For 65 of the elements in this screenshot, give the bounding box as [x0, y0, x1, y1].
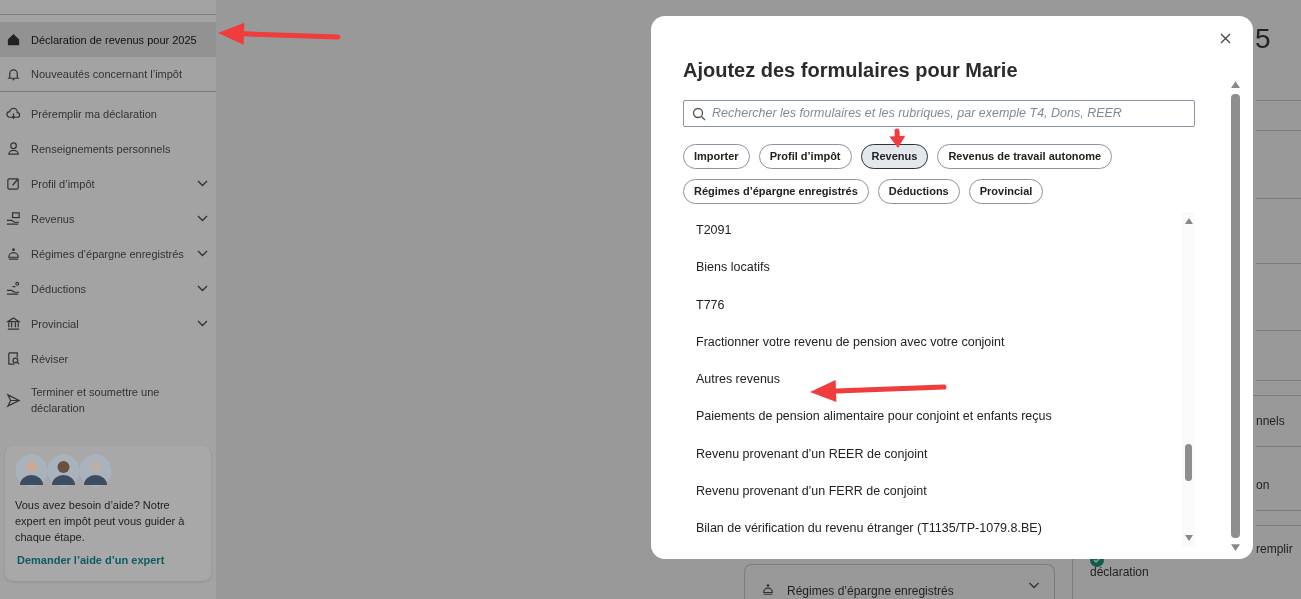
page-heading: 5	[1255, 22, 1271, 56]
sidebar-item[interactable]: Préremplir ma déclaration	[0, 96, 216, 131]
sidebar-item[interactable]: Déclaration de revenus pour 2025	[0, 22, 216, 57]
scroll-down-icon	[1230, 544, 1240, 551]
filter-chip[interactable]: Importer	[683, 144, 750, 169]
sidebar-item[interactable]: Renseignements personnels	[0, 131, 216, 166]
close-icon	[1219, 32, 1231, 44]
bell-icon	[6, 66, 21, 82]
home-icon	[6, 32, 21, 47]
cloud-download-icon	[6, 106, 21, 121]
sidebar-item[interactable]: Terminer et soumettre une déclaration	[0, 376, 216, 424]
filter-chip[interactable]: Revenus	[860, 144, 929, 169]
sidebar-item[interactable]: Provincial	[0, 306, 216, 341]
search-icon	[692, 106, 706, 121]
filter-chip[interactable]: Revenus de travail autonome	[937, 144, 1113, 169]
section-card[interactable]: Régimes d’épargne enregistrés	[744, 564, 1055, 599]
dialog-title: Ajoutez des formulaires pour Marie	[683, 58, 1019, 82]
chevron-down-icon	[197, 215, 208, 222]
form-list-item[interactable]: Revenu provenant d’un REER de conjoint	[696, 435, 1182, 473]
form-list-item[interactable]: T2091	[696, 212, 1182, 250]
filter-chip[interactable]: Provincial	[968, 179, 1044, 204]
chevron-down-icon	[197, 180, 208, 187]
avatar	[47, 454, 80, 487]
form-list-item[interactable]: Bilan de vérification du revenu étranger (T1135/TP-1079.8.BE)	[696, 509, 1182, 547]
chevron-down-icon	[197, 250, 208, 257]
sidebar-item[interactable]: Nouveautés concernant l’impôt	[0, 57, 216, 92]
send-icon	[6, 392, 21, 408]
partial-label: on	[1256, 477, 1271, 494]
form-list-item[interactable]: T776	[696, 286, 1182, 324]
help-text: Vous avez besoin d’aide? Notre expert en impôt peut vous guider à chaque étape.	[15, 498, 186, 545]
annotation-arrow	[889, 128, 906, 148]
chevron-down-icon	[197, 285, 208, 292]
chevron-down-icon	[1028, 582, 1040, 589]
document-search-icon	[6, 351, 21, 366]
sidebar-item[interactable]: Revenus	[0, 201, 216, 236]
scroll-up-icon	[1184, 218, 1193, 224]
scrollbar-thumb[interactable]	[1185, 444, 1192, 481]
hand-money-icon	[6, 211, 21, 226]
scrollbar[interactable]	[1182, 212, 1195, 547]
scrollbar-thumb[interactable]	[1231, 94, 1240, 538]
filter-chip[interactable]: Régimes d’épargne enregistrés	[683, 179, 869, 204]
avatar	[79, 454, 112, 487]
bank-icon	[6, 316, 21, 331]
checklist-label: déclaration	[1090, 564, 1149, 581]
partial-label: nnels	[1256, 413, 1286, 430]
hand-coin-icon	[6, 281, 21, 296]
partial-label: remplir	[1256, 541, 1293, 558]
sidebar-item[interactable]: Régimes d’épargne enregistrés	[0, 236, 216, 271]
form-list-item[interactable]: Revenu provenant d’un FERR de conjoint	[696, 472, 1182, 510]
sidebar-item[interactable]: Profil d’impôt	[0, 166, 216, 201]
sidebar-item[interactable]: Réviser	[0, 341, 216, 376]
form-list-item[interactable]: Autres revenus	[696, 360, 1182, 399]
form-list-item[interactable]: Biens locatifs	[696, 249, 1182, 287]
scroll-down-icon	[1184, 535, 1193, 541]
form-list-item[interactable]: Fractionner votre revenu de pension avec votre conjoint	[696, 323, 1182, 361]
filter-chip[interactable]: Déductions	[877, 179, 960, 204]
person-icon	[6, 141, 21, 156]
scroll-up-icon	[1230, 81, 1240, 88]
filter-chip[interactable]: Profil d’impôt	[758, 144, 852, 169]
search-field[interactable]: Rechercher les formulaires et les rubriques, par exemple T4, Dons, REER	[683, 100, 1195, 127]
sidebar-item[interactable]: Déductions	[0, 271, 216, 306]
edit-icon	[6, 176, 21, 191]
avatar	[15, 454, 48, 487]
chevron-down-icon	[197, 320, 208, 327]
form-list-item[interactable]: Paiements de pension alimentaire pour conjoint et enfants reçus	[696, 398, 1182, 436]
